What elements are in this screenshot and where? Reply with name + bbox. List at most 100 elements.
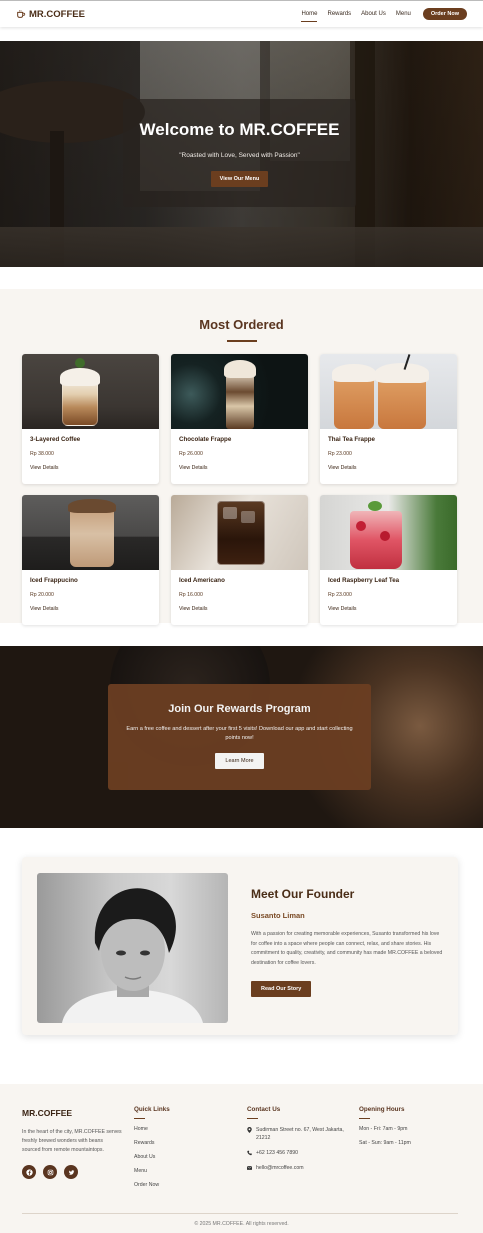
heading-underline: [134, 1118, 145, 1120]
twitter-icon: [68, 1169, 74, 1175]
product-card[interactable]: Iced Raspberry Leaf Tea Rp 23.000 View D…: [320, 495, 457, 625]
email-text[interactable]: hello@mrcoffee.com: [256, 1164, 304, 1172]
product-name: Iced Americano: [179, 577, 225, 584]
view-details-link[interactable]: View Details: [30, 465, 151, 471]
hours-heading: Opening Hours: [359, 1106, 405, 1113]
read-story-button[interactable]: Read Our Story: [251, 980, 312, 997]
heading-underline: [247, 1118, 258, 1120]
footer-description: In the heart of the city, MR.COFFEE serv…: [22, 1129, 122, 1153]
product-image: [171, 495, 308, 570]
footer-quick-links-column: Quick Links Home Rewards About Us Menu O…: [134, 1106, 234, 1196]
hero-overlay-box: Welcome to MR.COFFEE "Roasted with Love,…: [123, 99, 356, 207]
founder-section: Meet Our Founder Susanto Liman With a pa…: [0, 828, 483, 1084]
view-details-link[interactable]: View Details: [179, 465, 300, 471]
product-name: Chocolate Frappe: [179, 436, 232, 443]
hours-weekend: Sat - Sun: 9am - 11pm: [359, 1140, 411, 1147]
most-ordered-section: Most Ordered 3-Layered Coffee Rp 38.000 …: [0, 289, 483, 625]
copyright-text: © 2025 MR.COFFEE. All rights reserved.: [194, 1221, 289, 1227]
hero-floor-decor: [0, 227, 483, 267]
hero-title: Welcome to MR.COFFEE: [139, 120, 340, 139]
footer-link-rewards[interactable]: Rewards: [134, 1140, 234, 1154]
instagram-icon: [47, 1169, 53, 1175]
product-card[interactable]: Thai Tea Frappe Rp 23.000 View Details: [320, 354, 457, 484]
facebook-link[interactable]: [22, 1165, 36, 1179]
founder-title: Meet Our Founder: [251, 887, 355, 901]
phone-text[interactable]: +62 123 456 7890: [256, 1149, 298, 1157]
hours-list: Mon - Fri: 7am - 9pm Sat - Sun: 9am - 11…: [359, 1126, 459, 1154]
product-name: Thai Tea Frappe: [328, 436, 375, 443]
contact-email: hello@mrcoffee.com: [247, 1164, 352, 1172]
footer-link-home[interactable]: Home: [134, 1126, 234, 1140]
rewards-section: Join Our Rewards Program Earn a free cof…: [0, 646, 483, 828]
quick-links-list: Home Rewards About Us Menu Order Now: [134, 1126, 234, 1196]
contact-address: Sudirman Street no. 67, West Jakarta, 21…: [247, 1126, 352, 1142]
founder-info: Meet Our Founder Susanto Liman With a pa…: [251, 887, 446, 997]
view-details-link[interactable]: View Details: [30, 606, 151, 612]
twitter-link[interactable]: [64, 1165, 78, 1179]
contact-phone: +62 123 456 7890: [247, 1149, 352, 1157]
map-pin-icon: [247, 1127, 252, 1134]
product-image: [22, 495, 159, 570]
founder-card: Meet Our Founder Susanto Liman With a pa…: [22, 857, 458, 1035]
product-price: Rp 23.000: [328, 592, 352, 598]
product-price: Rp 38.000: [30, 451, 54, 457]
founder-name: Susanto Liman: [251, 911, 305, 920]
footer-contact-column: Contact Us Sudirman Street no. 67, West …: [247, 1106, 352, 1172]
quick-links-heading: Quick Links: [134, 1106, 170, 1113]
founder-bio: With a passion for creating memorable ex…: [251, 931, 443, 967]
learn-more-button[interactable]: Learn More: [215, 753, 264, 769]
product-image: [320, 354, 457, 429]
contact-heading: Contact Us: [247, 1106, 281, 1113]
brand-name: MR.COFFEE: [29, 8, 85, 20]
social-links: [22, 1165, 122, 1179]
title-underline: [226, 340, 257, 342]
product-grid: 3-Layered Coffee Rp 38.000 View Details …: [22, 354, 458, 625]
brand-logo[interactable]: MR.COFFEE: [16, 9, 85, 20]
view-details-link[interactable]: View Details: [179, 606, 300, 612]
view-details-link[interactable]: View Details: [328, 465, 449, 471]
founder-portrait-icon: [62, 888, 203, 1023]
heading-underline: [359, 1118, 370, 1120]
product-image: [171, 354, 308, 429]
nav-link-rewards[interactable]: Rewards: [327, 8, 351, 20]
product-card[interactable]: Iced Americano Rp 16.000 View Details: [171, 495, 308, 625]
order-now-button[interactable]: Order Now: [422, 8, 467, 20]
view-details-link[interactable]: View Details: [328, 606, 449, 612]
product-card[interactable]: Chocolate Frappe Rp 26.000 View Details: [171, 354, 308, 484]
rewards-text: Earn a free coffee and dessert after you…: [126, 726, 353, 741]
hero-subtitle: "Roasted with Love, Served with Passion": [179, 152, 300, 159]
rewards-box: Join Our Rewards Program Earn a free cof…: [108, 684, 371, 790]
nav-link-home[interactable]: Home: [301, 8, 318, 22]
hero-section: Welcome to MR.COFFEE "Roasted with Love,…: [0, 41, 483, 267]
product-name: Iced Raspberry Leaf Tea: [328, 577, 400, 584]
footer-link-order-now[interactable]: Order Now: [134, 1182, 234, 1196]
address-text: Sudirman Street no. 67, West Jakarta, 21…: [256, 1127, 344, 1142]
footer-brand-column: MR.COFFEE In the heart of the city, MR.C…: [22, 1106, 122, 1179]
footer-link-about-us[interactable]: About Us: [134, 1154, 234, 1168]
nav-link-menu[interactable]: Menu: [396, 8, 411, 20]
top-navbar: MR.COFFEE Home Rewards About Us Menu Ord…: [0, 0, 483, 27]
coffee-cup-icon: [17, 10, 26, 18]
view-menu-button[interactable]: View Our Menu: [210, 171, 269, 187]
product-price: Rp 20.000: [30, 592, 54, 598]
product-image: [22, 354, 159, 429]
product-price: Rp 23.000: [328, 451, 352, 457]
product-name: 3-Layered Coffee: [30, 436, 81, 443]
footer: MR.COFFEE In the heart of the city, MR.C…: [0, 1084, 483, 1233]
instagram-link[interactable]: [43, 1165, 57, 1179]
nav-link-about-us[interactable]: About Us: [361, 8, 386, 20]
footer-hours-column: Opening Hours Mon - Fri: 7am - 9pm Sat -…: [359, 1106, 459, 1154]
product-card[interactable]: Iced Frappucino Rp 20.000 View Details: [22, 495, 159, 625]
product-card[interactable]: 3-Layered Coffee Rp 38.000 View Details: [22, 354, 159, 484]
founder-photo: [37, 873, 228, 1023]
footer-link-menu[interactable]: Menu: [134, 1168, 234, 1182]
hours-weekday: Mon - Fri: 7am - 9pm: [359, 1126, 408, 1133]
product-image: [320, 495, 457, 570]
envelope-icon: [247, 1166, 252, 1171]
product-price: Rp 16.000: [179, 592, 203, 598]
footer-brand-name: MR.COFFEE: [22, 1108, 73, 1118]
phone-icon: [247, 1150, 252, 1156]
rewards-title: Join Our Rewards Program: [168, 703, 311, 715]
nav-links: Home Rewards About Us Menu Order Now: [301, 8, 467, 22]
facebook-icon: [25, 1168, 33, 1176]
